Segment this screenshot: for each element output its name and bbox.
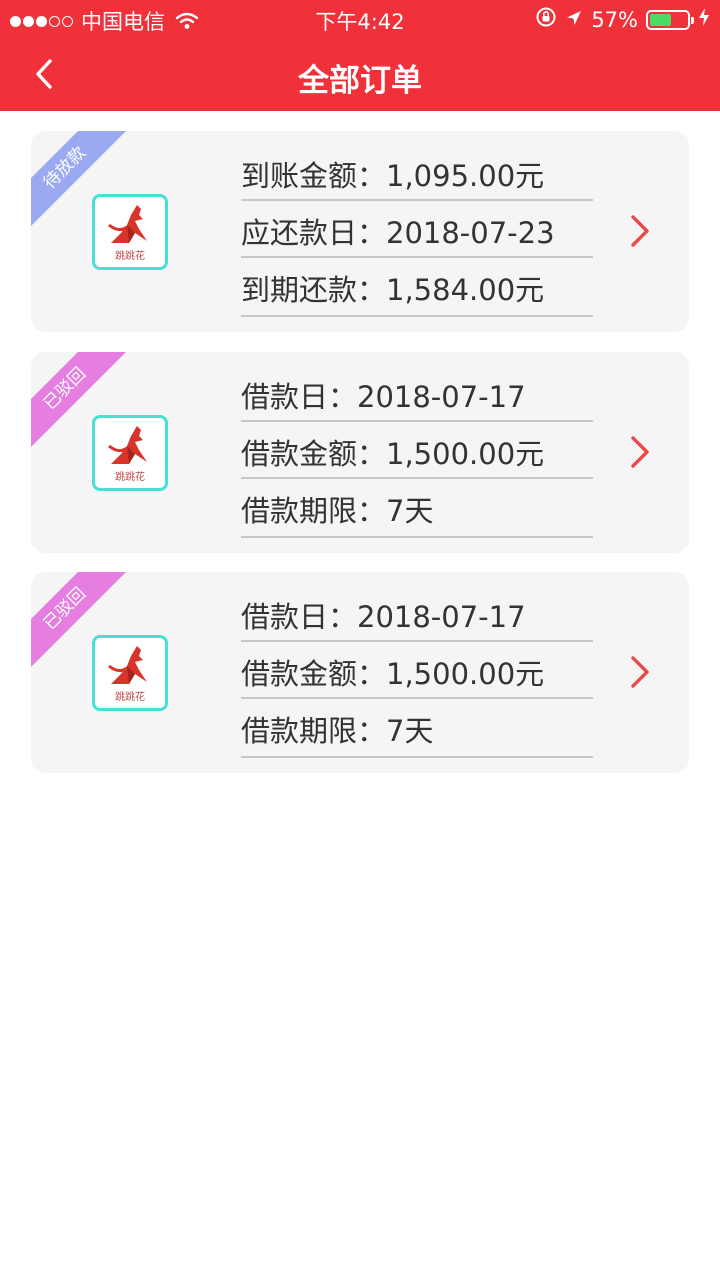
logo-caption: 跳跳花	[115, 251, 145, 262]
kangaroo-logo-icon	[108, 646, 147, 684]
order-card[interactable]: 已驳回 跳跳花 借款日：2018-07-17 借款金额：1,500.00元 借款…	[31, 352, 689, 553]
page-title: 全部订单	[298, 63, 422, 99]
chevron-right-icon[interactable]	[629, 434, 651, 470]
order-details: 借款日：2018-07-17 借款金额：1,500.00元 借款期限：7天	[241, 365, 593, 538]
rotation-lock-icon	[535, 6, 557, 33]
chevron-right-icon[interactable]	[629, 213, 651, 249]
order-detail-line: 借款金额：1,500.00元	[241, 642, 593, 699]
location-arrow-icon	[565, 8, 583, 32]
logo-caption: 跳跳花	[115, 472, 145, 483]
order-detail-line: 应还款日：2018-07-23	[241, 201, 593, 258]
app-logo: 跳跳花	[92, 194, 168, 270]
status-right: 57%	[535, 6, 710, 33]
battery-percent: 57%	[591, 7, 638, 32]
order-details: 到账金额：1,095.00元 应还款日：2018-07-23 到期还款：1,58…	[241, 144, 593, 317]
order-detail-line: 借款期限：7天	[241, 699, 593, 758]
order-card[interactable]: 待放款 跳跳花 到账金额：1,095.00元 应还款日：2018-07-23 到…	[31, 131, 689, 332]
order-detail-line: 借款期限：7天	[241, 479, 593, 538]
order-detail-line: 借款日：2018-07-17	[241, 585, 593, 642]
app-logo: 跳跳花	[92, 635, 168, 711]
battery-fill	[650, 13, 671, 26]
status-bar: 中国电信 下午4:42 57%	[0, 0, 720, 38]
app-logo: 跳跳花	[92, 415, 168, 491]
battery-icon	[646, 9, 694, 30]
app-header: 中国电信 下午4:42 57% 全部订单	[0, 0, 720, 111]
charging-icon	[698, 7, 710, 32]
chevron-right-icon[interactable]	[629, 654, 651, 690]
battery-cap	[691, 16, 694, 24]
order-detail-line: 借款金额：1,500.00元	[241, 422, 593, 479]
order-detail-line: 到期还款：1,584.00元	[241, 258, 593, 317]
order-details: 借款日：2018-07-17 借款金额：1,500.00元 借款期限：7天	[241, 585, 593, 758]
logo-caption: 跳跳花	[115, 692, 145, 703]
order-detail-line: 借款日：2018-07-17	[241, 365, 593, 422]
order-detail-line: 到账金额：1,095.00元	[241, 144, 593, 201]
navigation-bar: 全部订单	[0, 38, 720, 111]
kangaroo-logo-icon	[108, 205, 147, 243]
kangaroo-logo-icon	[108, 426, 147, 464]
order-card[interactable]: 已驳回 跳跳花 借款日：2018-07-17 借款金额：1,500.00元 借款…	[31, 572, 689, 773]
